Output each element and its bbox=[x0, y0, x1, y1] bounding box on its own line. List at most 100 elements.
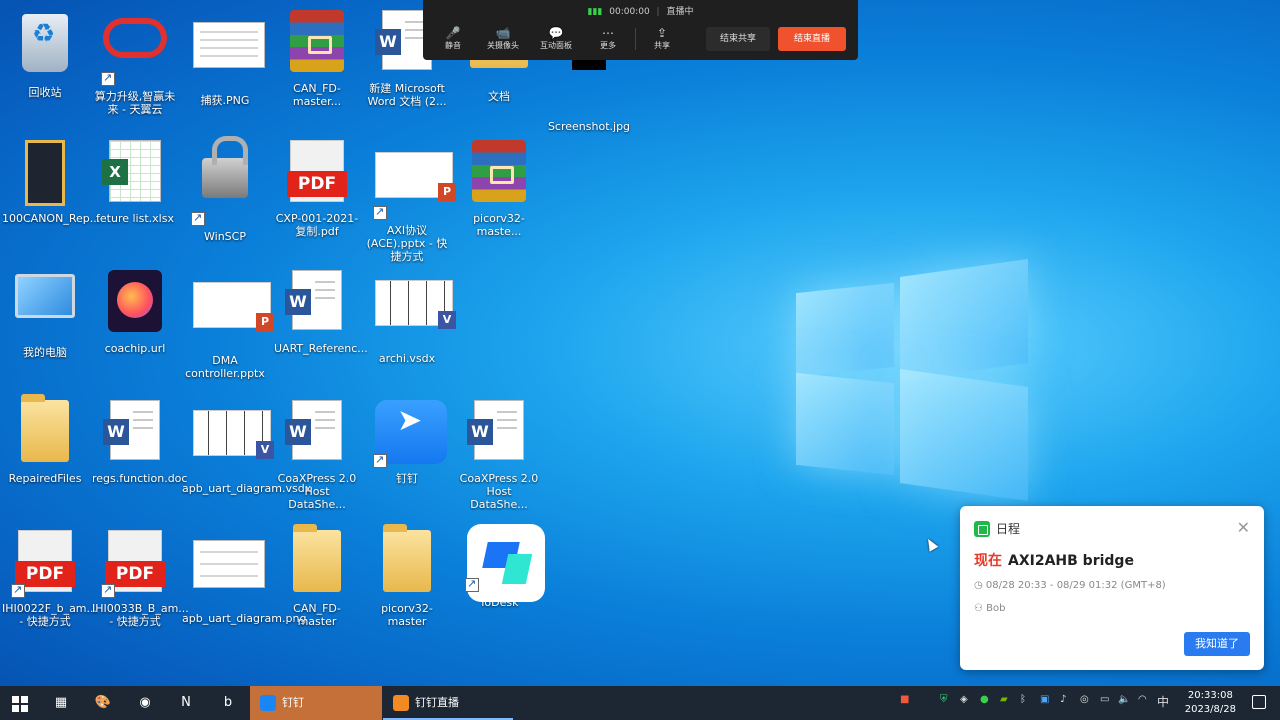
taskbar-app-label: 钉钉 bbox=[282, 696, 304, 709]
interaction-panel-button[interactable]: 💬 互动面板 bbox=[534, 26, 578, 51]
notification-center-icon[interactable] bbox=[1252, 695, 1266, 709]
pdf-icon bbox=[15, 530, 75, 592]
share-label: 共享 bbox=[654, 41, 670, 50]
desktop-icon-tianyi-cloud[interactable]: 算力升级,智赢未来 - 天翼云 bbox=[90, 4, 180, 116]
pdf-icon bbox=[287, 140, 347, 202]
nvidia-icon[interactable]: ▰ bbox=[1000, 694, 1008, 705]
shortcut-arrow-icon bbox=[465, 577, 479, 592]
taskbar-app-dingtalk[interactable]: 钉钉 bbox=[250, 686, 382, 720]
tray-app-icon[interactable]: ◈ bbox=[960, 694, 968, 705]
desktop-icon-capture-png[interactable]: 捕获.PNG bbox=[180, 4, 270, 107]
volume-icon[interactable]: 🔈 bbox=[1118, 694, 1130, 705]
desktop-icon-todesk[interactable]: ToDesk bbox=[454, 524, 545, 609]
tray-app-icon[interactable]: ● bbox=[980, 694, 989, 705]
start-button[interactable] bbox=[9, 692, 31, 714]
mute-button[interactable]: 🎤 静音 bbox=[431, 26, 475, 51]
signal-icon: ▮▮▮ bbox=[587, 7, 603, 17]
desktop-icon-winscp[interactable]: WinSCP bbox=[180, 134, 270, 243]
live-icon bbox=[393, 695, 409, 711]
notification-app: 日程 bbox=[974, 520, 1020, 537]
calculator-taskbar-icon[interactable]: ▦ bbox=[50, 692, 72, 714]
desktop-icon-can-fd-folder[interactable]: CAN_FD-master bbox=[272, 524, 362, 628]
bing-taskbar-icon[interactable]: b bbox=[217, 692, 239, 714]
live-control-bar: ▮▮▮ 00:00:00 | 直播中 🎤 静音 📹 关摄像头 💬 互动面板 ⋯ … bbox=[423, 0, 858, 60]
camera-off-label: 关摄像头 bbox=[487, 41, 519, 50]
desktop-icon-recycle-bin[interactable]: 回收站 bbox=[0, 4, 90, 99]
shortcut-arrow-icon bbox=[373, 205, 387, 220]
desktop-icon-repaired-files[interactable]: RepairedFiles bbox=[0, 394, 90, 485]
onenote-taskbar-icon[interactable]: N bbox=[175, 692, 197, 714]
interaction-panel-label: 互动面板 bbox=[540, 41, 572, 50]
desktop-icon-cxp-pdf[interactable]: CXP-001-2021-复制.pdf bbox=[272, 134, 362, 238]
network-icon[interactable]: ◠ bbox=[1138, 694, 1147, 705]
close-icon[interactable]: ✕ bbox=[1237, 518, 1250, 537]
desktop-icon-feture-list[interactable]: feture list.xlsx bbox=[90, 134, 180, 225]
got-it-button[interactable]: 我知道了 bbox=[1184, 632, 1250, 656]
desktop-icon-label: DMA controller.pptx bbox=[185, 354, 265, 380]
desktop-icon-label: regs.function.doc bbox=[92, 472, 188, 485]
microphone-icon: 🎤 bbox=[445, 26, 461, 40]
desktop-icon-canon-folder[interactable]: 100CANON_Rep... bbox=[0, 134, 101, 225]
desktop-icon-apb-uart-vsdx[interactable]: apb_uart_diagram.vsdx bbox=[180, 394, 311, 495]
desktop-icon-coachip-url[interactable]: coachip.url bbox=[90, 264, 180, 355]
calendar-notification: 日程 ✕ 现在 AXI2AHB bridge ◷ 08/28 20:33 - 08… bbox=[960, 506, 1264, 670]
microphone-icon[interactable]: ♪ bbox=[1060, 694, 1066, 705]
tray-app-icon[interactable]: ▣ bbox=[1040, 694, 1049, 705]
desktop-icon-label: CoaXPress 2.0 Host DataShe... bbox=[459, 472, 539, 511]
desktop-icon-label: picorv32-maste... bbox=[473, 212, 525, 238]
desktop-icon-label: 100CANON_Rep... bbox=[2, 212, 101, 225]
desktop-icon-coaxpress-1[interactable]: CoaXPress 2.0 Host DataShe... bbox=[272, 394, 362, 511]
stop-share-button[interactable]: 结束共享 bbox=[706, 27, 770, 51]
bluetooth-icon[interactable]: ᛒ bbox=[1020, 694, 1026, 705]
tray-app-icon[interactable]: ◎ bbox=[1080, 694, 1089, 705]
event-time: ◷ 08/28 20:33 - 08/29 01:32 (GMT+8) bbox=[974, 580, 1166, 591]
clock-time: 20:33:08 bbox=[1187, 690, 1233, 701]
end-live-button[interactable]: 结束直播 bbox=[778, 27, 846, 51]
desktop-icon-label: 算力升级,智赢未来 - 天翼云 bbox=[94, 90, 176, 116]
desktop-icon-my-computer[interactable]: 我的电脑 bbox=[0, 264, 90, 359]
shield-icon[interactable]: ⛨ bbox=[940, 694, 948, 705]
folder-icon bbox=[21, 394, 69, 462]
organizer-name: Bob bbox=[986, 603, 1006, 614]
shortcut-arrow-icon bbox=[373, 453, 387, 468]
desktop-icon-regs-function[interactable]: regs.function.doc bbox=[90, 394, 188, 485]
excel-icon bbox=[102, 140, 161, 202]
desktop-icon-label: picorv32-master bbox=[381, 602, 433, 628]
desktop-icon-axi-pptx[interactable]: AXI协议(ACE).pptx - 快捷方式 bbox=[362, 134, 456, 263]
event-title: 现在 AXI2AHB bridge bbox=[974, 550, 1134, 570]
live-elapsed-time: 00:00:00 bbox=[609, 7, 650, 17]
pdf-icon bbox=[105, 530, 165, 592]
desktop-icon-uart-reference[interactable]: UART_Referenc... bbox=[272, 264, 368, 355]
shortcut-arrow-icon bbox=[191, 211, 205, 226]
battery-icon[interactable]: ▭ bbox=[1100, 694, 1109, 705]
image-icon bbox=[193, 540, 265, 588]
desktop-icon-archi-vsdx[interactable]: archi.vsdx bbox=[362, 264, 456, 365]
desktop-icon-can-fd-archive[interactable]: CAN_FD-master... bbox=[272, 4, 362, 108]
desktop-icon-dingtalk[interactable]: 钉钉 bbox=[362, 394, 452, 485]
desktop-icon-picorv32-folder[interactable]: picorv32-master bbox=[362, 524, 452, 628]
ime-indicator[interactable]: 中 bbox=[1157, 693, 1169, 710]
firefox-icon bbox=[108, 270, 162, 332]
more-label: 更多 bbox=[600, 41, 616, 50]
pptx-icon bbox=[375, 152, 456, 201]
desktop-icon-label: IHI0033B_B_am... - 快捷方式 bbox=[92, 602, 189, 628]
desktop-icon-ihi0033b[interactable]: IHI0033B_B_am... - 快捷方式 bbox=[90, 524, 189, 628]
desktop-icon-apb-uart-png[interactable]: apb_uart_diagram.png bbox=[180, 524, 306, 625]
share-button[interactable]: ⇪ 共享 bbox=[640, 26, 684, 51]
more-button[interactable]: ⋯ 更多 bbox=[586, 26, 630, 51]
tray-app-icon[interactable]: ■ bbox=[900, 694, 909, 705]
chrome-taskbar-icon[interactable]: ◉ bbox=[134, 692, 156, 714]
paint-taskbar-icon[interactable]: 🎨 bbox=[92, 692, 114, 714]
shortcut-arrow-icon bbox=[11, 583, 25, 598]
system-clock[interactable]: 20:33:08 2023/8/28 bbox=[1185, 689, 1236, 717]
divider bbox=[635, 28, 636, 50]
more-icon: ⋯ bbox=[602, 26, 614, 40]
desktop-icon-coaxpress-2[interactable]: CoaXPress 2.0 Host DataShe... bbox=[454, 394, 544, 511]
desktop-icon-picorv32-archive[interactable]: picorv32-maste... bbox=[454, 134, 544, 238]
desktop-icon-dma-pptx[interactable]: DMA controller.pptx bbox=[180, 264, 274, 380]
desktop-icon-label: 我的电脑 bbox=[23, 346, 67, 359]
taskbar-app-dingtalk-live[interactable]: 钉钉直播 bbox=[383, 686, 513, 720]
folder-icon bbox=[25, 140, 65, 206]
camera-off-button[interactable]: 📹 关摄像头 bbox=[481, 26, 525, 51]
desktop-icon-ihi0022f[interactable]: IHI0022F_b_am... - 快捷方式 bbox=[0, 524, 97, 628]
